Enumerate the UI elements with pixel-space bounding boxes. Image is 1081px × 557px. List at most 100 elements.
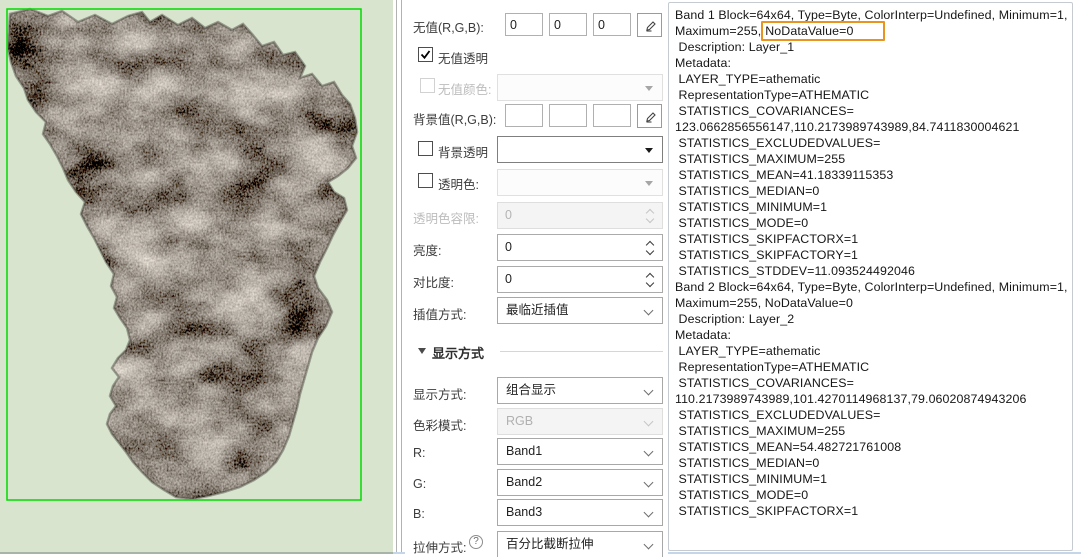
spin-down-icon <box>646 215 654 223</box>
metadata-line: STATISTICS_SKIPFACTORX=1 <box>675 503 1072 519</box>
color-mode-label: 色彩模式: <box>413 415 466 434</box>
metadata-line: Maximum=255,NoDataValue=0 <box>675 23 1072 39</box>
contrast-label: 对比度: <box>413 272 454 291</box>
metadata-lines: Band 1 Block=64x64, Type=Byte, ColorInte… <box>675 7 1072 519</box>
metadata-line: STATISTICS_MEDIAN=0 <box>675 455 1072 471</box>
background-transparent-dropdown[interactable] <box>497 136 663 163</box>
novalue-b-input[interactable] <box>593 13 631 36</box>
display-section-header: 显示方式 <box>432 343 484 362</box>
dropdown-arrow-icon <box>645 86 653 91</box>
nodata-highlight-box: NoDataValue=0 <box>761 21 885 41</box>
novalue-rgb-label: 无值(R,G,B): <box>413 17 484 36</box>
novalue-g-input[interactable] <box>549 13 587 36</box>
stretch-label: 拉伸方式: <box>413 537 466 556</box>
chevron-down-icon <box>644 508 654 518</box>
pencil-icon <box>643 109 657 123</box>
metadata-line: STATISTICS_MINIMUM=1 <box>675 199 1072 215</box>
novalue-picker-button[interactable] <box>637 13 662 37</box>
background-transparent-label: 背景透明 <box>438 142 488 161</box>
blue-band-label: B: <box>413 507 425 521</box>
background-g-input[interactable] <box>549 104 587 127</box>
metadata-line: STATISTICS_MAXIMUM=255 <box>675 151 1072 167</box>
metadata-line: STATISTICS_SKIPFACTORY=1 <box>675 247 1072 263</box>
metadata-text-panel[interactable]: Band 1 Block=64x64, Type=Byte, ColorInte… <box>668 2 1073 551</box>
dropdown-arrow-icon <box>645 181 653 186</box>
metadata-line: STATISTICS_MINIMUM=1 <box>675 471 1072 487</box>
transparent-color-label: 透明色: <box>438 174 479 193</box>
novalue-transparent-checkbox[interactable] <box>418 47 433 62</box>
novalue-color-label: 无值颜色: <box>438 79 491 98</box>
tolerance-label: 透明色容限: <box>413 208 479 227</box>
background-transparent-checkbox[interactable] <box>418 141 433 156</box>
section-divider-line <box>500 351 663 352</box>
red-band-dropdown[interactable]: Band1 <box>497 438 663 465</box>
red-band-label: R: <box>413 446 426 460</box>
green-band-dropdown[interactable]: Band2 <box>497 469 663 496</box>
check-icon <box>419 48 432 61</box>
dropdown-arrow-icon <box>645 148 653 153</box>
pencil-icon <box>643 18 657 32</box>
chevron-down-icon <box>644 417 654 427</box>
transparent-color-dropdown <box>497 169 663 196</box>
metadata-line: Metadata: <box>675 327 1072 343</box>
metadata-line: LAYER_TYPE=athematic <box>675 71 1072 87</box>
brightness-label: 亮度: <box>413 240 441 259</box>
transparent-color-checkbox[interactable] <box>418 173 433 188</box>
metadata-line: STATISTICS_SKIPFACTORX=1 <box>675 231 1072 247</box>
display-mode-label: 显示方式: <box>413 384 466 403</box>
metadata-line: Metadata: <box>675 55 1072 71</box>
novalue-r-input[interactable] <box>505 13 543 36</box>
chevron-down-icon <box>644 478 654 488</box>
interpolation-dropdown[interactable]: 最临近插值 <box>497 297 663 324</box>
metadata-line: STATISTICS_MODE=0 <box>675 215 1072 231</box>
spin-down-icon[interactable] <box>646 247 654 255</box>
chevron-down-icon <box>644 386 654 396</box>
chevron-down-icon <box>644 447 654 457</box>
map-preview-area <box>0 0 393 552</box>
tolerance-spinner: 0 <box>497 202 663 229</box>
color-mode-dropdown: RGB <box>497 408 663 435</box>
chevron-down-icon <box>644 540 654 550</box>
metadata-line: Band 2 Block=64x64, Type=Byte, ColorInte… <box>675 279 1072 295</box>
display-mode-dropdown[interactable]: 组合显示 <box>497 377 663 404</box>
raster-preview-image <box>0 0 393 552</box>
contrast-spinner[interactable]: 0 <box>497 266 663 293</box>
chevron-down-icon <box>644 306 654 316</box>
section-collapse-icon[interactable] <box>418 348 426 354</box>
interpolation-label: 插值方式: <box>413 304 466 323</box>
metadata-line: STATISTICS_MEDIAN=0 <box>675 183 1072 199</box>
stretch-dropdown[interactable]: 百分比截断拉伸 <box>497 531 663 557</box>
metadata-line: STATISTICS_MEAN=41.18339115353 <box>675 167 1072 183</box>
background-picker-button[interactable] <box>637 104 662 128</box>
raster-settings-panel: 无值(R,G,B): 无值透明 无值颜色: 背景值(R,G,B): <box>405 0 668 557</box>
metadata-line: Description: Layer_2 <box>675 311 1072 327</box>
metadata-line: STATISTICS_MEAN=54.482721761008 <box>675 439 1072 455</box>
background-rgb-label: 背景值(R,G,B): <box>413 109 496 128</box>
metadata-line: STATISTICS_EXCLUDEDVALUES= <box>675 407 1072 423</box>
panel-splitter[interactable] <box>393 0 405 552</box>
green-band-label: G: <box>413 477 426 491</box>
background-b-input[interactable] <box>593 104 631 127</box>
metadata-line: 110.2173989743989,101.4270114968137,79.0… <box>675 391 1072 407</box>
metadata-line: LAYER_TYPE=athematic <box>675 343 1072 359</box>
metadata-line: STATISTICS_EXCLUDEDVALUES= <box>675 135 1072 151</box>
bottom-border-left <box>0 552 393 554</box>
brightness-spinner[interactable]: 0 <box>497 234 663 261</box>
blue-band-dropdown[interactable]: Band3 <box>497 499 663 526</box>
raster-properties-dialog: 无值(R,G,B): 无值透明 无值颜色: 背景值(R,G,B): <box>0 0 1081 557</box>
novalue-color-checkbox <box>420 78 435 93</box>
help-icon[interactable]: ? <box>469 535 483 549</box>
spin-down-icon[interactable] <box>646 279 654 287</box>
metadata-line: Maximum=255, NoDataValue=0 <box>675 295 1072 311</box>
novalue-color-dropdown <box>497 74 663 101</box>
metadata-line: RepresentationType=ATHEMATIC <box>675 87 1072 103</box>
metadata-line: RepresentationType=ATHEMATIC <box>675 359 1072 375</box>
metadata-line: 123.0662856556147,110.2173989743989,84.7… <box>675 119 1072 135</box>
background-r-input[interactable] <box>505 104 543 127</box>
metadata-line: STATISTICS_STDDEV=11.093524492046 <box>675 263 1072 279</box>
metadata-line: STATISTICS_MODE=0 <box>675 487 1072 503</box>
metadata-line: STATISTICS_COVARIANCES= <box>675 375 1072 391</box>
novalue-transparent-label: 无值透明 <box>438 48 488 67</box>
metadata-line: Description: Layer_1 <box>675 39 1072 55</box>
metadata-line: STATISTICS_MAXIMUM=255 <box>675 423 1072 439</box>
